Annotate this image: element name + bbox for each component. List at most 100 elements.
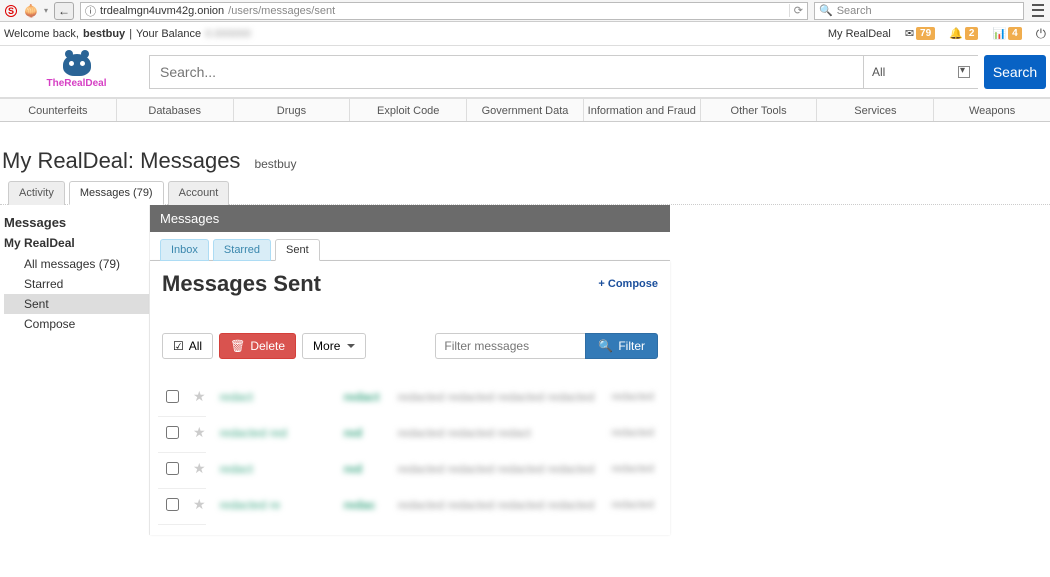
- tab-activity[interactable]: Activity: [8, 181, 65, 205]
- site-search-input[interactable]: [149, 55, 863, 89]
- caret-down-icon: [347, 344, 355, 348]
- msg-tag: redac: [344, 498, 384, 512]
- reload-icon[interactable]: ⟳: [789, 4, 803, 17]
- msg-tag: red: [344, 462, 384, 476]
- star-icon[interactable]: ★: [193, 424, 206, 441]
- messages-title: Messages Sent: [162, 271, 321, 297]
- sidebar-item-starred[interactable]: Starred: [4, 274, 149, 294]
- sidebar-item-all[interactable]: All messages (79): [4, 254, 149, 274]
- search-category-select[interactable]: All: [863, 55, 978, 89]
- nav-other-tools[interactable]: Other Tools: [701, 99, 818, 121]
- delete-button[interactable]: 🗑 Delete: [219, 333, 296, 359]
- welcome-user: bestbuy: [83, 28, 125, 40]
- msg-recipient: redacted re: [220, 498, 330, 512]
- browser-toolbar: S 🧅 ▾ ← ⓘ trdealmgn4uvm42g.onion/users/m…: [0, 0, 1050, 22]
- noscript-icon[interactable]: S: [4, 4, 18, 18]
- search-button[interactable]: Search: [984, 55, 1046, 89]
- message-row[interactable]: ★ redact redact redacted redacted redact…: [162, 381, 658, 412]
- msg-date: redacted: [611, 391, 654, 403]
- row-checkbox[interactable]: [166, 426, 179, 439]
- sidebar-item-compose[interactable]: Compose: [4, 314, 149, 334]
- browser-search[interactable]: 🔍 Search: [814, 2, 1024, 20]
- compose-link[interactable]: + Compose: [598, 278, 658, 290]
- chart-icon: 📊: [992, 27, 1006, 40]
- url-host: trdealmgn4uvm42g.onion: [100, 5, 224, 17]
- page-title: My RealDeal: Messages: [2, 148, 240, 174]
- msg-tab-starred[interactable]: Starred: [213, 239, 271, 261]
- info-icon: ⓘ: [85, 3, 96, 19]
- delete-label: Delete: [250, 339, 285, 353]
- address-bar[interactable]: ⓘ trdealmgn4uvm42g.onion/users/messages/…: [80, 2, 808, 20]
- message-row[interactable]: ★ redact red redacted redacted redacted …: [162, 453, 658, 484]
- msg-recipient: redact: [220, 390, 330, 404]
- page-title-row: My RealDeal: Messages bestbuy: [0, 122, 1050, 180]
- info-bar: Welcome back, bestbuy | Your Balance 0.0…: [0, 22, 1050, 46]
- star-icon[interactable]: ★: [193, 496, 206, 513]
- nav-information-fraud[interactable]: Information and Fraud: [584, 99, 701, 121]
- nav-drugs[interactable]: Drugs: [234, 99, 351, 121]
- msg-date: redacted: [611, 463, 654, 475]
- orders-count: 4: [1008, 27, 1022, 40]
- back-button[interactable]: ←: [54, 2, 74, 20]
- star-icon[interactable]: ★: [193, 460, 206, 477]
- page-user: bestbuy: [254, 157, 296, 171]
- nav-services[interactable]: Services: [817, 99, 934, 121]
- search-icon: 🔍: [819, 4, 833, 17]
- hamburger-menu-icon[interactable]: [1030, 3, 1046, 19]
- message-row[interactable]: ★ redacted red red redacted redacted red…: [162, 417, 658, 448]
- chevron-down-icon: [958, 66, 970, 78]
- tab-messages[interactable]: Messages (79): [69, 181, 164, 205]
- logout-icon[interactable]: ⏻: [1036, 26, 1046, 42]
- torbutton-icon[interactable]: 🧅: [24, 4, 38, 18]
- panel-header: Messages: [150, 205, 670, 232]
- nav-government-data[interactable]: Government Data: [467, 99, 584, 121]
- search-icon: 🔍: [598, 339, 613, 353]
- logo-text: TheRealDeal: [4, 78, 149, 89]
- sidebar: Messages My RealDeal All messages (79) S…: [0, 205, 150, 535]
- nav-exploit-code[interactable]: Exploit Code: [350, 99, 467, 121]
- msg-preview: redacted redacted redacted redacted reda…: [398, 462, 598, 476]
- url-path: /users/messages/sent: [228, 5, 335, 17]
- more-button[interactable]: More: [302, 333, 366, 359]
- row-checkbox[interactable]: [166, 498, 179, 511]
- msg-tab-inbox[interactable]: Inbox: [160, 239, 209, 261]
- msg-recipient: redacted red: [220, 426, 330, 440]
- filter-label: Filter: [618, 339, 645, 353]
- nav-counterfeits[interactable]: Counterfeits: [0, 99, 117, 121]
- select-all-button[interactable]: ☑ All: [162, 333, 213, 359]
- nav-databases[interactable]: Databases: [117, 99, 234, 121]
- filter-button[interactable]: 🔍 Filter: [585, 333, 658, 359]
- msg-tab-sent[interactable]: Sent: [275, 239, 320, 261]
- all-label: All: [189, 339, 202, 353]
- notif-count: 2: [965, 27, 979, 40]
- main: Messages My RealDeal All messages (79) S…: [0, 205, 1050, 535]
- msg-preview: redacted redacted redacted redacted re: [398, 498, 598, 512]
- tor-dropdown-icon[interactable]: ▾: [44, 6, 48, 15]
- header: TheRealDeal All Search: [0, 46, 1050, 98]
- orders-indicator[interactable]: 📊 4: [992, 27, 1021, 40]
- search-category-value: All: [872, 65, 885, 79]
- message-row[interactable]: ★ redacted re redac redacted redacted re…: [162, 489, 658, 520]
- msg-preview: redacted redacted redacted redacted: [398, 390, 598, 404]
- category-nav: Counterfeits Databases Drugs Exploit Cod…: [0, 98, 1050, 122]
- msg-tag: red: [344, 426, 384, 440]
- mail-indicator[interactable]: ✉ 79: [905, 27, 935, 40]
- nav-weapons[interactable]: Weapons: [934, 99, 1050, 121]
- mail-count: 79: [916, 27, 935, 40]
- filter-input[interactable]: [435, 333, 585, 359]
- notifications-indicator[interactable]: 🔔 2: [949, 27, 978, 40]
- sidebar-heading: Messages: [4, 215, 149, 230]
- my-realdeal-link[interactable]: My RealDeal: [828, 28, 891, 40]
- content-panel: Messages Inbox Starred Sent Messages Sen…: [150, 205, 670, 535]
- row-checkbox[interactable]: [166, 390, 179, 403]
- bell-icon: 🔔: [949, 27, 963, 40]
- tab-account[interactable]: Account: [168, 181, 230, 205]
- logo[interactable]: TheRealDeal: [4, 54, 149, 89]
- account-tabs: Activity Messages (79) Account: [0, 180, 1050, 205]
- welcome-label: Welcome back,: [4, 28, 79, 40]
- star-icon[interactable]: ★: [193, 388, 206, 405]
- row-checkbox[interactable]: [166, 462, 179, 475]
- balance-label: Your Balance: [136, 28, 201, 40]
- sidebar-item-sent[interactable]: Sent: [4, 294, 149, 314]
- search-placeholder: Search: [837, 5, 872, 17]
